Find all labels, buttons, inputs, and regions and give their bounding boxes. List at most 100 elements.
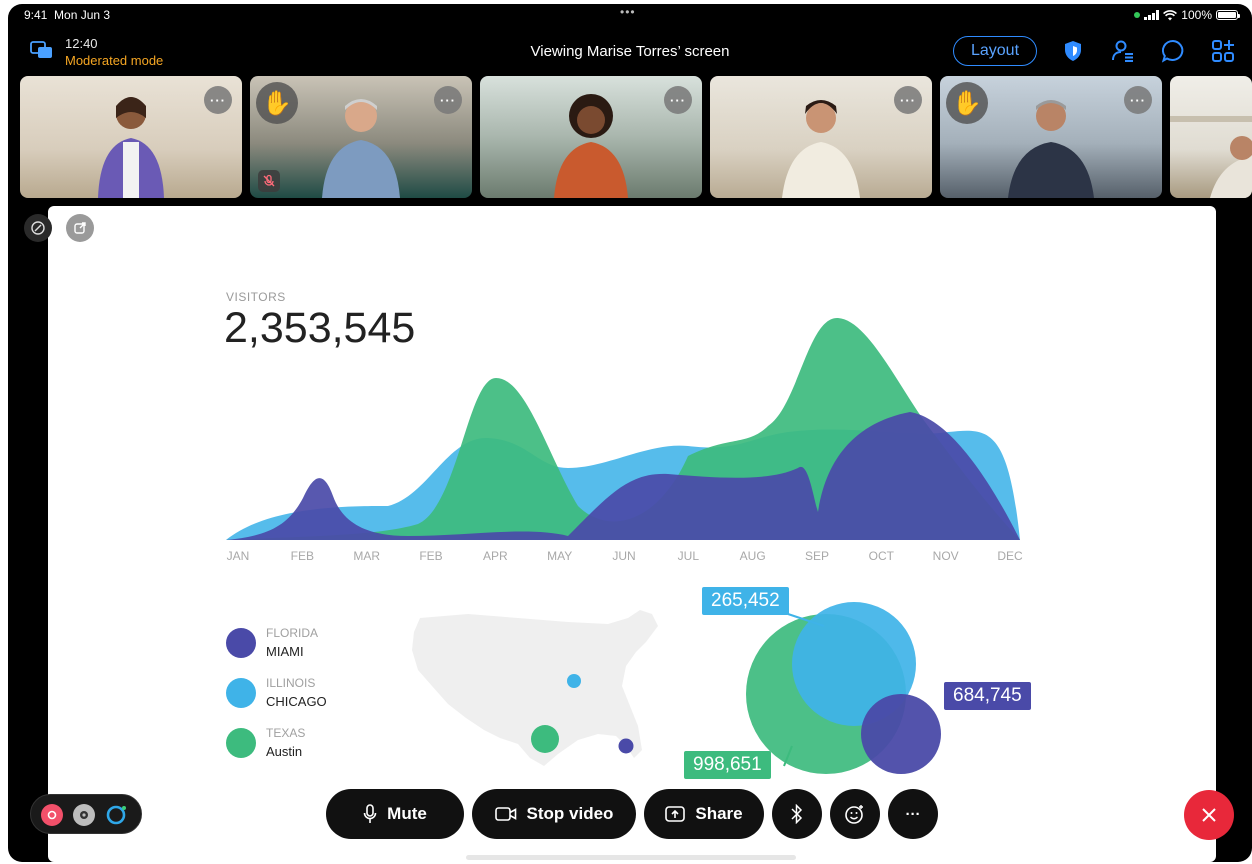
month-label: FEB	[419, 549, 442, 563]
share-screen-icon	[665, 806, 686, 822]
bubble-miami-label: 684,745	[944, 682, 1031, 710]
recording-controls	[30, 794, 142, 834]
chat-icon[interactable]	[1160, 38, 1186, 64]
more-options-button[interactable]: ···	[204, 86, 232, 114]
camera-indicator-icon	[1134, 12, 1141, 18]
participant-video	[554, 94, 628, 198]
visitors-area-chart: JAN FEB MAR FEB APR MAY JUN JUL AUG SEP OCT NOV DEC	[226, 317, 1023, 774]
month-label: AUG	[740, 549, 766, 563]
month-label: APR	[483, 549, 508, 563]
status-clock: 9:41	[24, 8, 48, 22]
more-options-button[interactable]: ···	[434, 86, 462, 114]
month-label: JUL	[678, 549, 700, 563]
open-external-button[interactable]	[66, 214, 94, 242]
month-label: JAN	[227, 549, 250, 563]
emoji-icon	[845, 805, 863, 824]
ipad-frame: 9:41 Mon Jun 3 ••• 100% 12:40 Moderated …	[8, 4, 1252, 862]
more-options-button[interactable]: ···	[894, 86, 922, 114]
participant-video	[322, 99, 400, 198]
webex-assistant-icon	[106, 805, 126, 825]
bubble-austin-label: 998,651	[684, 751, 771, 779]
more-options-toolbar-button[interactable]: ···	[888, 789, 938, 839]
webex-assistant-button[interactable]	[105, 804, 127, 826]
participant-tile[interactable]: ✋ ···	[250, 76, 472, 198]
meeting-header: 12:40 Moderated mode Viewing Marise Torr…	[8, 30, 1252, 74]
bluetooth-button[interactable]	[772, 789, 822, 839]
annotate-icon	[31, 221, 45, 235]
stop-video-button[interactable]: Stop video	[472, 789, 636, 839]
legend-state: ILLINOIS	[266, 676, 316, 690]
status-time: 9:41 Mon Jun 3	[24, 8, 110, 22]
legend-swatch	[226, 628, 256, 658]
legend-city: MIAMI	[266, 644, 304, 659]
ai-assistant-icon	[80, 811, 88, 819]
legend-swatch	[226, 678, 256, 708]
participant-video	[782, 100, 860, 198]
mute-label: Mute	[387, 804, 427, 823]
bubble-chicago-label: 265,452	[702, 587, 789, 615]
ai-assistant-button[interactable]	[73, 804, 95, 826]
participant-video	[1170, 116, 1252, 198]
wifi-icon	[1163, 9, 1178, 20]
participant-video	[98, 97, 164, 198]
legend-city: Austin	[266, 744, 303, 759]
shared-screen: VISITORS 2,353,545 JAN FEB MAR FEB APR MAY JUN…	[48, 206, 1216, 862]
month-label: FEB	[291, 549, 314, 563]
close-icon	[1202, 808, 1216, 822]
legend-item-texas: TEXAS Austin	[226, 726, 426, 766]
mute-button[interactable]: Mute	[326, 789, 464, 839]
end-call-button[interactable]	[1184, 790, 1234, 840]
legend-state: FLORIDA	[266, 626, 319, 640]
bluetooth-icon	[791, 804, 803, 824]
raised-hand-icon: ✋	[946, 82, 988, 124]
more-options-button[interactable]: ···	[664, 86, 692, 114]
video-camera-icon	[494, 807, 516, 821]
month-label: NOV	[933, 549, 959, 563]
participant-tile[interactable]: ···	[480, 76, 702, 198]
month-label: DEC	[997, 549, 1023, 563]
status-right: 100%	[1134, 8, 1240, 22]
month-label: MAY	[547, 549, 572, 563]
legend-item-florida: FLORIDA MIAMI	[226, 626, 426, 666]
apps-icon[interactable]	[1210, 38, 1236, 64]
status-date: Mon Jun 3	[54, 8, 111, 22]
month-label: MAR	[353, 549, 380, 563]
shield-icon[interactable]	[1060, 38, 1086, 64]
reactions-button[interactable]	[830, 789, 880, 839]
battery-icon	[1216, 10, 1240, 20]
legend-swatch	[226, 728, 256, 758]
participant-tile[interactable]: ···	[710, 76, 932, 198]
legend-state: TEXAS	[266, 726, 306, 740]
share-button[interactable]: Share	[644, 789, 764, 839]
multitasking-dots[interactable]: •••	[620, 5, 636, 19]
share-label: Share	[695, 804, 743, 823]
signal-icon	[1144, 10, 1160, 20]
legend-city: CHICAGO	[266, 694, 327, 709]
map-marker-austin[interactable]	[531, 725, 559, 753]
x-axis-labels: JAN FEB MAR FEB APR MAY JUN JUL AUG SEP OCT NOV DEC	[227, 549, 1023, 563]
month-label: OCT	[869, 549, 895, 563]
participant-video	[1008, 100, 1094, 198]
record-icon	[47, 810, 57, 820]
more-options-button[interactable]: ···	[1124, 86, 1152, 114]
legend-item-illinois: ILLINOIS CHICAGO	[226, 676, 426, 716]
annotate-button[interactable]	[24, 214, 52, 242]
muted-mic-icon	[258, 170, 280, 192]
bubble-miami	[861, 694, 941, 774]
raised-hand-icon: ✋	[256, 82, 298, 124]
open-external-icon	[74, 222, 86, 234]
map-marker-miami[interactable]	[618, 738, 634, 754]
record-button[interactable]	[41, 804, 63, 826]
home-indicator[interactable]	[466, 855, 796, 860]
participant-tile[interactable]	[1170, 76, 1252, 198]
layout-button[interactable]: Layout	[953, 36, 1037, 66]
month-label: SEP	[805, 549, 829, 563]
battery-percent: 100%	[1181, 8, 1212, 22]
participants-icon[interactable]	[1110, 38, 1136, 64]
status-bar: 9:41 Mon Jun 3 ••• 100%	[8, 4, 1252, 26]
stop-video-label: Stop video	[526, 804, 614, 823]
month-label: JUN	[612, 549, 635, 563]
map-marker-chicago[interactable]	[567, 674, 581, 688]
participant-tile[interactable]: ···	[20, 76, 242, 198]
participant-tile[interactable]: ✋ ···	[940, 76, 1162, 198]
